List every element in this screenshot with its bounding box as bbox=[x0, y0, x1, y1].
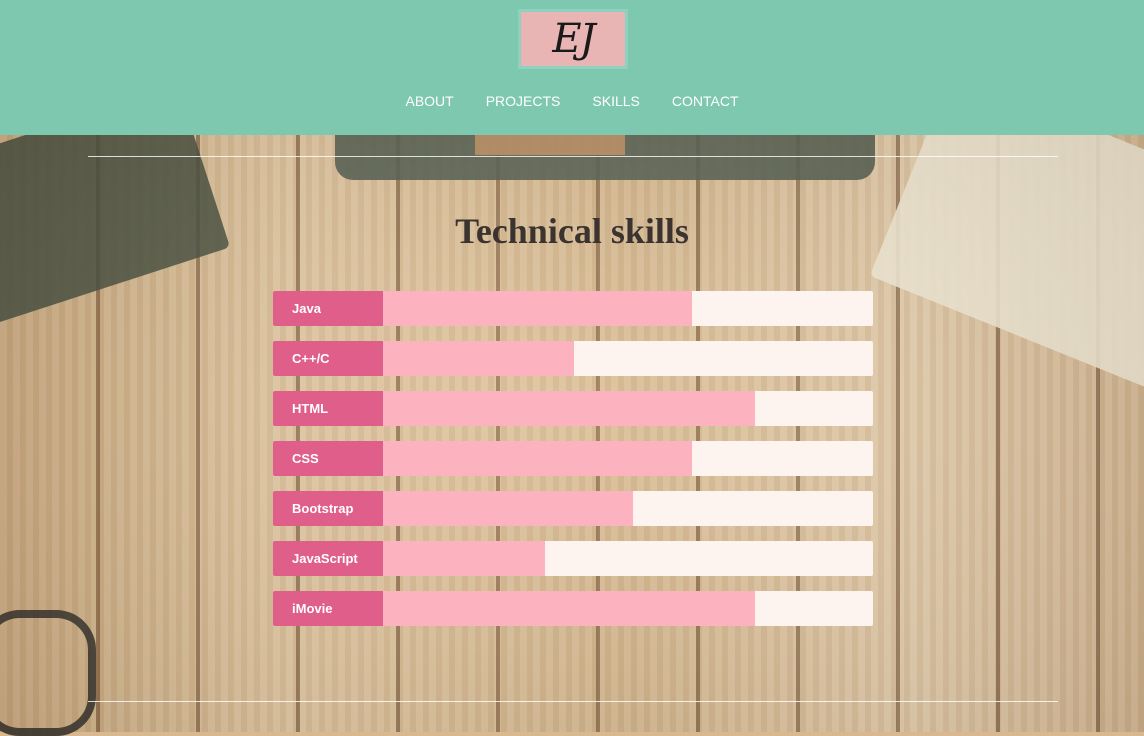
section-title: Technical skills bbox=[455, 211, 689, 251]
skill-label: Java bbox=[273, 291, 383, 326]
skill-bar: HTML bbox=[273, 391, 873, 426]
skill-track bbox=[383, 591, 873, 626]
skill-track bbox=[383, 491, 873, 526]
skill-bar: Java bbox=[273, 291, 873, 326]
site-logo[interactable]: EJ bbox=[518, 9, 628, 69]
skill-level-fill bbox=[383, 391, 756, 426]
top-divider bbox=[88, 156, 1058, 157]
nav-projects-link[interactable]: PROJECTS bbox=[486, 93, 561, 113]
skill-level-fill bbox=[383, 541, 545, 576]
skill-label: Bootstrap bbox=[273, 491, 383, 526]
skill-level-fill bbox=[383, 591, 756, 626]
nav-skills-link[interactable]: SKILLS bbox=[592, 93, 639, 113]
skill-label: JavaScript bbox=[273, 541, 383, 576]
skill-label: iMovie bbox=[273, 591, 383, 626]
skill-bar: JavaScript bbox=[273, 541, 873, 576]
skill-track bbox=[383, 341, 873, 376]
skill-track bbox=[383, 391, 873, 426]
skill-level-fill bbox=[383, 441, 692, 476]
nav-contact-link[interactable]: CONTACT bbox=[672, 93, 739, 113]
skill-label: C++/C bbox=[273, 341, 383, 376]
skill-bar: iMovie bbox=[273, 591, 873, 626]
skill-bar: CSS bbox=[273, 441, 873, 476]
nav-about-link[interactable]: ABOUT bbox=[405, 93, 453, 113]
skill-track bbox=[383, 541, 873, 576]
bottom-divider bbox=[88, 701, 1058, 702]
skills-list: Java C++/C HTML CSS Bootstrap JavaScript iMovi… bbox=[273, 291, 873, 641]
skill-label: CSS bbox=[273, 441, 383, 476]
skill-track bbox=[383, 291, 873, 326]
skill-level-fill bbox=[383, 491, 633, 526]
skill-bar: C++/C bbox=[273, 341, 873, 376]
skill-level-fill bbox=[383, 341, 575, 376]
skill-bar: Bootstrap bbox=[273, 491, 873, 526]
main-nav: ABOUT PROJECTS SKILLS CONTACT bbox=[0, 93, 1144, 113]
skill-label: HTML bbox=[273, 391, 383, 426]
skill-level-fill bbox=[383, 291, 692, 326]
site-header: EJ ABOUT PROJECTS SKILLS CONTACT bbox=[0, 0, 1144, 135]
skill-track bbox=[383, 441, 873, 476]
